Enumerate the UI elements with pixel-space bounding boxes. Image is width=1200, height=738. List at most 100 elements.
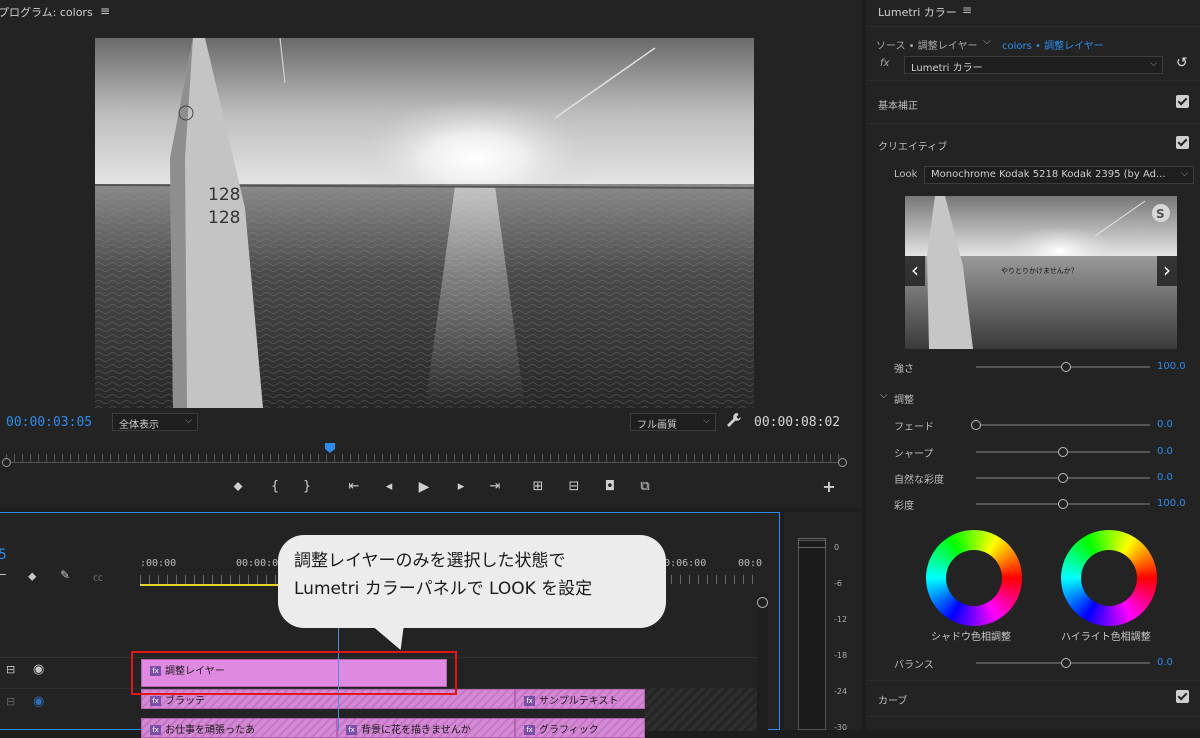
chevron-right-icon[interactable]: › [1157,256,1177,286]
meter-bar [798,540,826,730]
chevron-down-icon[interactable]: ⌵ [880,390,888,401]
eye-icon[interactable]: ◉ [33,662,44,677]
reset-icon[interactable]: ↺ [1176,55,1188,71]
monitor-time-ruler[interactable] [2,446,847,467]
look-dropdown[interactable]: Monochrome Kodak 5218 Kodak 2395 (by Ad.… [924,166,1194,184]
clip-work-hard[interactable]: fx お仕事を頑張ったあ [141,718,337,738]
slider-knob[interactable] [1058,447,1068,457]
slider-knob[interactable] [971,420,981,430]
step-back-icon[interactable]: ◂ [380,478,398,496]
ruler-line [6,462,844,463]
ruler-label: 00:0 [738,558,763,569]
clip-sample-text[interactable]: fx サンプルテキスト [515,689,645,709]
hamburger-icon[interactable]: ≡ [100,4,110,18]
timeline-vertical-scrollbar[interactable] [757,593,768,731]
snap-icon[interactable]: ⌐ [0,568,7,582]
balance-slider-knob[interactable] [1061,658,1071,668]
ruler-ticks [6,454,844,462]
curves-section[interactable]: カーブ [878,692,907,707]
zoom-handle-left[interactable] [2,458,11,467]
in-point-icon[interactable]: { [266,478,284,496]
lift-icon[interactable]: ⊞ [529,478,547,496]
fit-dropdown[interactable]: 全体表示 ⌵ [112,413,198,431]
callout-line-1: 調整レイヤーのみを選択した状態で [294,551,566,571]
lumetri-title: Lumetri カラー [878,6,957,19]
look-label: Look [894,169,918,180]
duration-timecode: 00:00:08:02 [754,415,841,430]
divider [866,26,1200,27]
extract-icon[interactable]: ⊟ [565,478,583,496]
fx-icon: fx [880,58,890,69]
clip-name: サンプルテキスト [539,696,619,707]
breadcrumb-target[interactable]: colors • 調整レイヤー [1002,37,1104,52]
highlight-tint-label: ハイライト色相調整 [1061,632,1151,643]
meter-peak [798,538,826,548]
fit-dropdown-value: 全体表示 [119,420,159,431]
program-monitor: プログラム: colors ≡ 128 128 00:00:03:05 全体表示… [0,0,862,508]
db-label: -24 [834,687,848,696]
go-to-out-icon[interactable]: ⇥ [486,478,504,496]
program-monitor-header: プログラム: colors ≡ [0,0,862,24]
chevron-down-icon[interactable]: ⌵ [983,36,991,47]
slider-knob[interactable] [1058,473,1068,483]
slider-knob[interactable] [1058,499,1068,509]
shadow-tint-wheel[interactable] [926,530,1022,626]
basic-correction-checkbox[interactable] [1176,95,1189,108]
creative-checkbox[interactable] [1176,136,1189,149]
wrench-icon[interactable]: ✎ [60,568,70,582]
svg-text:S: S [1156,207,1165,221]
sequence-timecode[interactable]: 5 [0,547,7,563]
current-timecode[interactable]: 00:00:03:05 [6,415,92,430]
step-forward-icon[interactable]: ▸ [452,478,470,496]
clip-label: fx お仕事を頑張ったあ [150,721,255,736]
breadcrumb-source[interactable]: ソース • 調整レイヤー [876,37,977,52]
track-output-icon[interactable]: ⊟ [6,663,15,676]
callout-line-2: Lumetri カラーパネルで LOOK を設定 [294,579,593,599]
clip-graphic[interactable]: fx グラフィック [515,718,645,738]
thumbnail-caption: やりとりかけませんか？ [1001,267,1078,275]
quality-dropdown[interactable]: フル画質 ⌵ [630,413,716,431]
db-label: -30 [834,723,848,732]
track-output-icon[interactable]: ⊟ [6,695,15,708]
add-icon[interactable]: + [820,478,838,496]
intensity-value[interactable]: 100.0 [1157,361,1186,372]
svg-text:128: 128 [208,208,240,228]
scroll-handle[interactable] [757,597,768,608]
go-to-in-icon[interactable]: ⇤ [345,478,363,496]
marker-icon[interactable]: ⬥ [229,478,247,496]
intensity-slider-knob[interactable] [1061,362,1071,372]
effect-dropdown[interactable]: Lumetri カラー ⌵ [904,56,1163,74]
svg-text:128: 128 [208,185,240,205]
basic-correction-section[interactable]: 基本補正 [878,97,918,112]
play-icon[interactable]: ▶ [415,478,433,496]
curves-checkbox[interactable] [1176,690,1189,703]
divider [866,716,1200,717]
ruler-label: :00:00 [140,558,177,569]
look-preview-thumbnail[interactable]: S やりとりかけませんか？ ‹ › [905,196,1177,349]
marker-icon[interactable]: ⬥ [28,569,36,584]
slider-track[interactable] [976,424,1150,426]
hamburger-icon[interactable]: ≡ [962,3,972,17]
out-point-icon[interactable]: } [298,478,316,496]
slider-value[interactable]: 0.0 [1157,419,1173,430]
slider-value[interactable]: 100.0 [1157,498,1186,509]
highlight-tint-wheel[interactable] [1061,530,1157,626]
program-video-frame[interactable]: 128 128 [95,38,754,408]
camera-icon[interactable]: ◘ [601,478,619,496]
chevron-left-icon[interactable]: ‹ [905,256,925,286]
balance-value[interactable]: 0.0 [1157,657,1173,668]
creative-section[interactable]: クリエイティブ [878,138,947,153]
shadow-tint-label: シャドウ色相調整 [931,632,1011,643]
zoom-handle-right[interactable] [838,458,847,467]
clip-flowers[interactable]: fx 背景に花を描きませんか [337,718,515,738]
slider-value[interactable]: 0.0 [1157,446,1173,457]
intensity-label: 強さ [894,364,914,375]
wrench-icon[interactable] [726,412,744,430]
clip-label: fx 背景に花を描きませんか [346,721,471,736]
adjust-section[interactable]: 調整 [894,391,914,406]
captions-icon[interactable]: ㏄ [93,569,103,584]
slider-value[interactable]: 0.0 [1157,472,1173,483]
eye-icon[interactable]: ◉ [33,694,44,709]
compare-icon[interactable]: ⧉ [636,478,654,496]
chevron-down-icon: ⌵ [703,416,710,426]
